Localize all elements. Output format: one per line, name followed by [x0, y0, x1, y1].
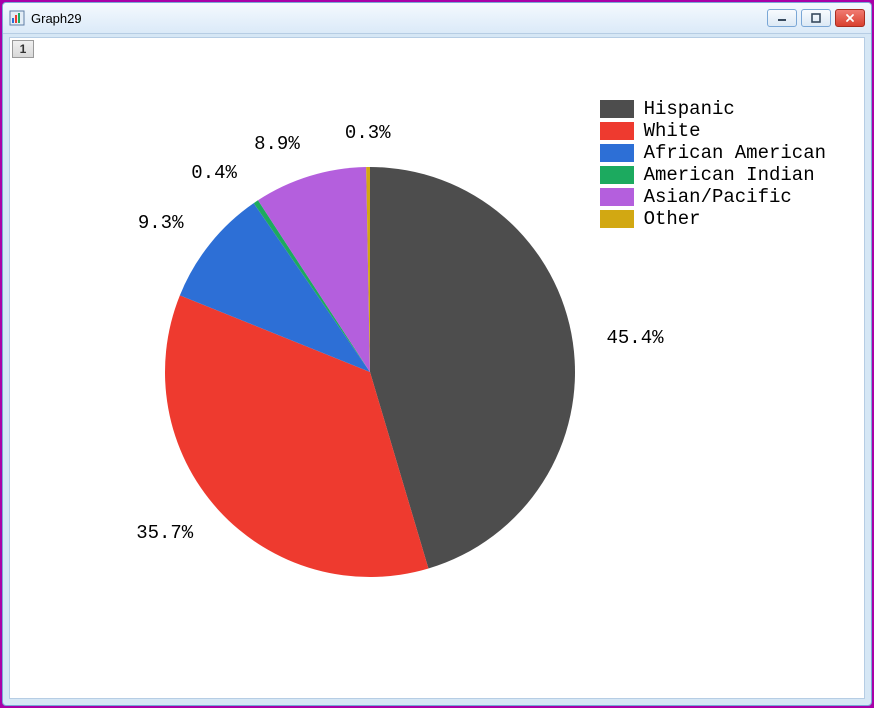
legend-label: Other	[644, 208, 701, 230]
pie-wrap	[160, 162, 580, 582]
close-button[interactable]	[835, 9, 865, 27]
legend-item: Asian/Pacific	[600, 186, 826, 208]
legend-label: African American	[644, 142, 826, 164]
chart-area: HispanicWhiteAfrican AmericanAmerican In…	[10, 62, 864, 698]
legend-swatch	[600, 144, 634, 162]
slice-label: 0.4%	[191, 162, 237, 184]
tab-1[interactable]: 1	[12, 40, 34, 58]
titlebar: Graph29	[3, 3, 871, 34]
window-controls	[767, 9, 865, 27]
legend-label: Hispanic	[644, 98, 735, 120]
legend-swatch	[600, 122, 634, 140]
pie-chart	[160, 162, 580, 582]
slice-label: 45.4%	[607, 327, 664, 349]
legend-swatch	[600, 210, 634, 228]
content-area: 1 HispanicWhiteAfrican AmericanAmerican …	[9, 37, 865, 699]
legend-label: Asian/Pacific	[644, 186, 792, 208]
legend-item: Other	[600, 208, 826, 230]
tab-row: 1	[12, 40, 34, 60]
window-frame: Graph29 1 HispanicWhiteAfrican AmericanA…	[2, 2, 872, 706]
legend-item: American Indian	[600, 164, 826, 186]
legend-swatch	[600, 188, 634, 206]
maximize-icon	[811, 13, 821, 23]
close-icon	[845, 13, 855, 23]
legend-swatch	[600, 100, 634, 118]
legend-item: White	[600, 120, 826, 142]
legend-swatch	[600, 166, 634, 184]
legend-label: White	[644, 120, 701, 142]
slice-label: 0.3%	[345, 122, 391, 144]
legend: HispanicWhiteAfrican AmericanAmerican In…	[600, 98, 826, 230]
slice-label: 9.3%	[138, 212, 184, 234]
app-icon	[9, 10, 25, 26]
legend-label: American Indian	[644, 164, 815, 186]
legend-item: Hispanic	[600, 98, 826, 120]
maximize-button[interactable]	[801, 9, 831, 27]
minimize-icon	[777, 13, 787, 23]
slice-label: 8.9%	[254, 133, 300, 155]
window-title: Graph29	[31, 11, 767, 26]
minimize-button[interactable]	[767, 9, 797, 27]
legend-item: African American	[600, 142, 826, 164]
slice-label: 35.7%	[136, 522, 193, 544]
